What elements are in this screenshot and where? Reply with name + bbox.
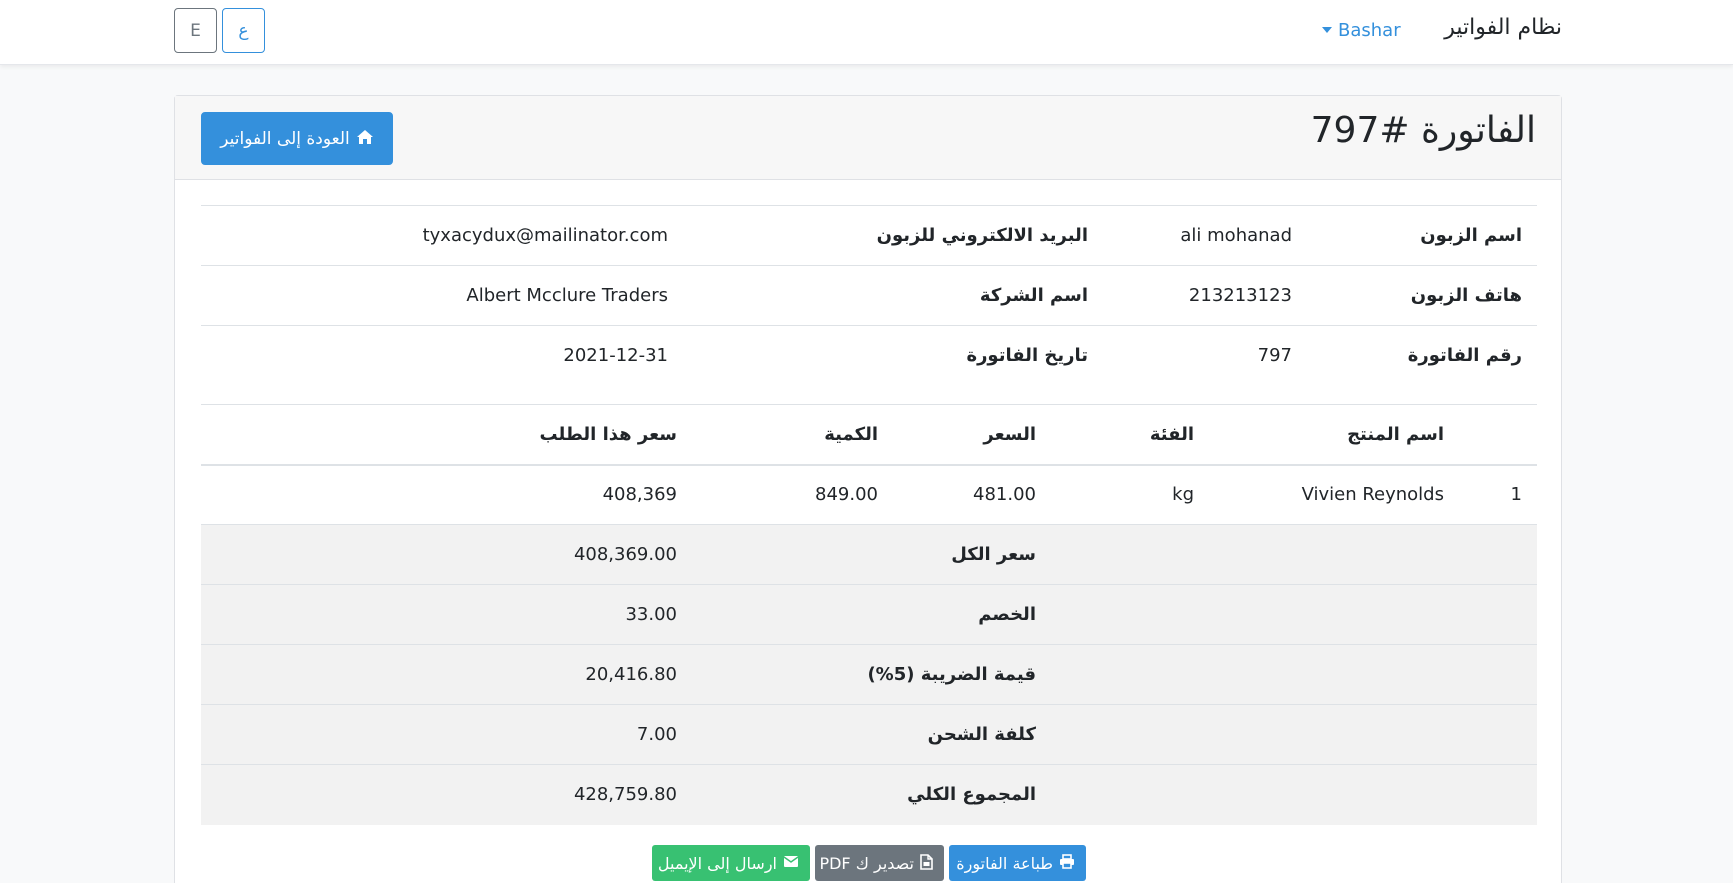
item-product: Vivien Reynolds xyxy=(1209,464,1459,525)
column-header-quantity: الكمية xyxy=(692,404,893,466)
info-row: اسم الزبون ali mohanad البريد الالكتروني… xyxy=(201,205,1537,266)
caret-down-icon xyxy=(1322,27,1332,33)
language-english-button[interactable]: E xyxy=(174,8,217,53)
summary-spacer xyxy=(1209,704,1459,765)
summary-label: الخصم xyxy=(692,584,1051,645)
summary-value: 7.00 xyxy=(201,704,692,765)
user-menu-dropdown[interactable]: Bashar xyxy=(1322,18,1401,42)
column-header-price: السعر xyxy=(893,404,1051,466)
send-email-button[interactable]: ارسال إلى الإيميل xyxy=(652,845,810,881)
column-header-index xyxy=(1459,404,1537,466)
summary-spacer xyxy=(1051,644,1209,705)
summary-label: قيمة الضريبة (5%) xyxy=(692,644,1051,705)
summary-spacer xyxy=(1209,764,1459,825)
item-index: 1 xyxy=(1459,464,1537,525)
summary-row-grand-total: المجموع الكلي 428,759.80 xyxy=(201,764,1537,825)
info-value: 213213123 xyxy=(1103,265,1307,326)
info-value: 2021-12-31 xyxy=(201,325,683,386)
invoice-items-table: اسم المنتج الفئة السعر الكمية سعر هذا ال… xyxy=(201,404,1537,825)
column-header-product: اسم المنتج xyxy=(1209,404,1459,466)
summary-row-discount: الخصم 33.00 xyxy=(201,584,1537,645)
summary-row-tax: قيمة الضريبة (5%) 20,416.80 xyxy=(201,644,1537,705)
info-row: رقم الفاتورة 797 تاريخ الفاتورة 2021-12-… xyxy=(201,325,1537,386)
email-button-label: ارسال إلى الإيميل xyxy=(657,853,777,873)
item-row: 1 Vivien Reynolds kg 481.00 849.00 408,3… xyxy=(201,464,1537,525)
info-value: 797 xyxy=(1103,325,1307,386)
summary-spacer xyxy=(1209,584,1459,645)
info-label: البريد الالكتروني للزبون xyxy=(683,205,1103,266)
summary-row-shipping: كلفة الشحن 7.00 xyxy=(201,704,1537,765)
summary-value: 33.00 xyxy=(201,584,692,645)
user-name[interactable]: Bashar xyxy=(1338,20,1401,41)
item-unit: kg xyxy=(1051,464,1209,525)
summary-label: سعر الكل xyxy=(692,524,1051,585)
invoice-actions: طباعة الفاتورة تصدير ك PDF ارسال إلى الإ… xyxy=(652,845,1086,881)
language-arabic-button[interactable]: ع xyxy=(222,8,265,53)
summary-label: كلفة الشحن xyxy=(692,704,1051,765)
summary-value: 20,416.80 xyxy=(201,644,692,705)
back-button-label: العودة إلى الفواتير xyxy=(220,128,350,149)
info-row: هاتف الزبون 213213123 اسم الشركة Albert … xyxy=(201,265,1537,326)
summary-spacer xyxy=(1459,704,1537,765)
item-quantity: 849.00 xyxy=(692,464,893,525)
summary-spacer xyxy=(1209,644,1459,705)
info-value: Albert Mcclure Traders xyxy=(201,265,683,326)
info-label: اسم الشركة xyxy=(683,265,1103,326)
card-header: الفاتورة #797 العودة إلى الفواتير xyxy=(175,96,1561,180)
info-label: هاتف الزبون xyxy=(1307,265,1537,326)
summary-spacer xyxy=(1051,764,1209,825)
summary-value: 408,369.00 xyxy=(201,524,692,585)
items-header-row: اسم المنتج الفئة السعر الكمية سعر هذا ال… xyxy=(201,404,1537,466)
column-header-unit: الفئة xyxy=(1051,404,1209,466)
back-to-invoices-button[interactable]: العودة إلى الفواتير xyxy=(201,112,393,165)
summary-spacer xyxy=(1459,584,1537,645)
pdf-file-icon xyxy=(920,853,933,873)
export-pdf-button[interactable]: تصدير ك PDF xyxy=(815,845,944,881)
summary-spacer xyxy=(1051,704,1209,765)
envelope-icon xyxy=(783,855,799,871)
print-invoice-button[interactable]: طباعة الفاتورة xyxy=(949,845,1086,881)
summary-spacer xyxy=(1459,644,1537,705)
summary-spacer xyxy=(1051,584,1209,645)
invoice-title: الفاتورة #797 xyxy=(1310,110,1536,151)
summary-row-subtotal: سعر الكل 408,369.00 xyxy=(201,524,1537,585)
customer-info-table: اسم الزبون ali mohanad البريد الالكتروني… xyxy=(201,205,1537,386)
item-price: 481.00 xyxy=(893,464,1051,525)
summary-spacer xyxy=(1459,524,1537,585)
top-navbar: نظام الفواتير Bashar ع E xyxy=(0,0,1733,65)
info-label: تاريخ الفاتورة xyxy=(683,325,1103,386)
summary-label: المجموع الكلي xyxy=(692,764,1051,825)
info-label: رقم الفاتورة xyxy=(1307,325,1537,386)
pdf-button-label: تصدير ك PDF xyxy=(819,853,914,873)
info-label: اسم الزبون xyxy=(1307,205,1537,266)
info-value: ali mohanad xyxy=(1103,205,1307,266)
app-brand[interactable]: نظام الفواتير xyxy=(1440,15,1562,40)
home-icon xyxy=(356,129,374,148)
column-header-row-total: سعر هذا الطلب xyxy=(201,404,692,466)
printer-icon xyxy=(1059,854,1075,872)
summary-spacer xyxy=(1209,524,1459,585)
info-value: tyxacydux@mailinator.com xyxy=(201,205,683,266)
summary-value: 428,759.80 xyxy=(201,764,692,825)
item-row-total: 408,369 xyxy=(201,464,692,525)
summary-spacer xyxy=(1051,524,1209,585)
invoice-card: الفاتورة #797 العودة إلى الفواتير اسم ال… xyxy=(174,95,1562,883)
print-button-label: طباعة الفاتورة xyxy=(956,853,1053,873)
summary-spacer xyxy=(1459,764,1537,825)
